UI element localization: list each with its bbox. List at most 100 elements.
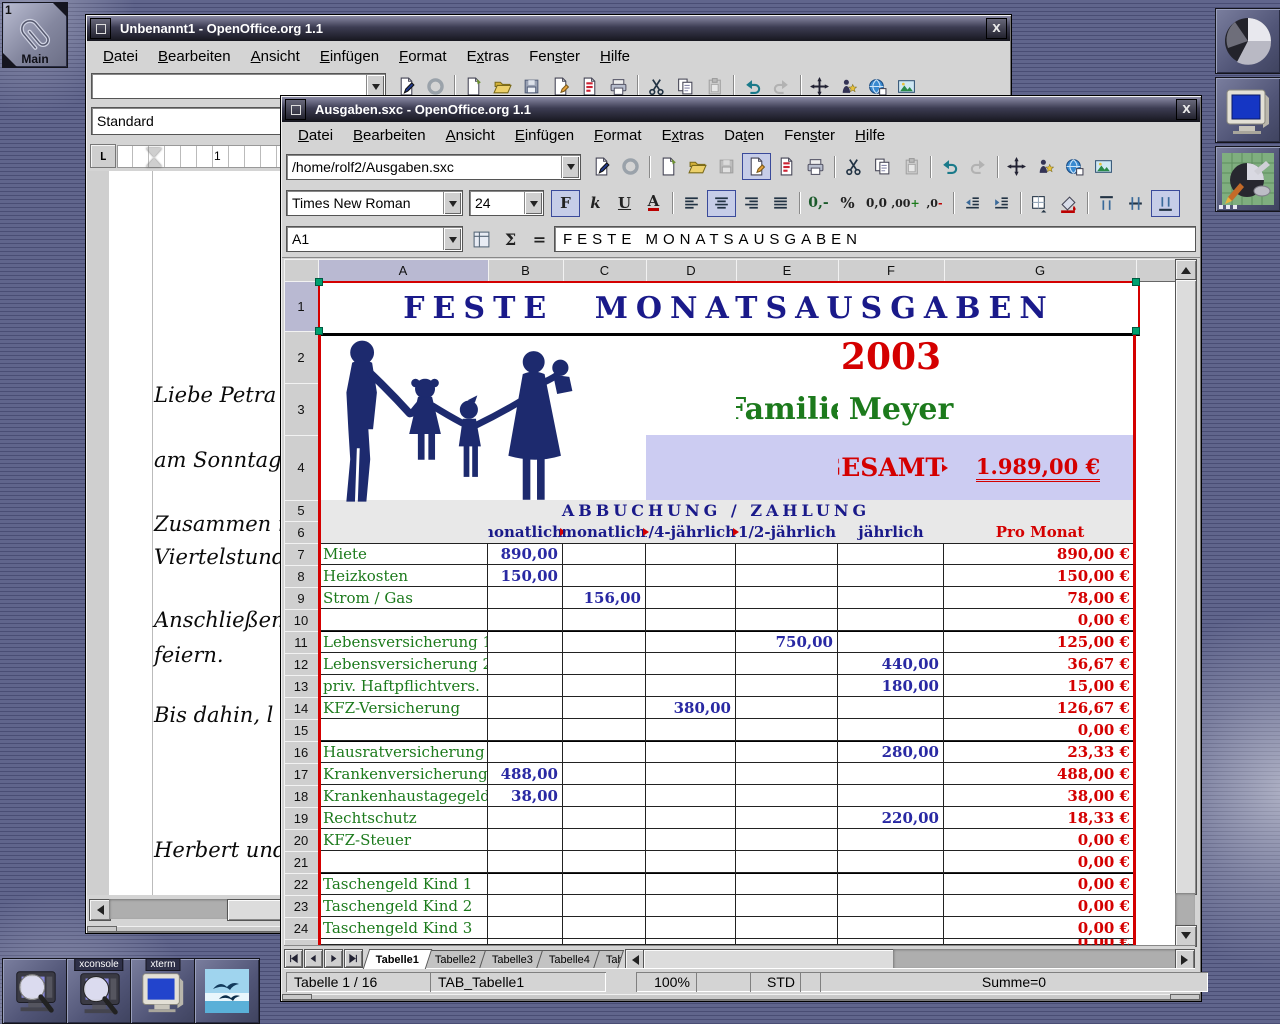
- menu-format[interactable]: Format: [389, 45, 457, 68]
- cell-D20[interactable]: [646, 829, 736, 851]
- writer-titlebar[interactable]: Unbenannt1 - OpenOffice.org 1.1 X: [87, 16, 1010, 41]
- miniwindow-xconsole[interactable]: xconsole: [66, 958, 132, 1024]
- dock-app-pie-sphere[interactable]: [1215, 8, 1280, 74]
- cell-expense-label-23[interactable]: Taschengeld Kind 2: [321, 895, 488, 917]
- font-name-select[interactable]: Times New Roman: [286, 190, 463, 216]
- menu-fenster[interactable]: Fenster: [774, 124, 845, 147]
- percent-icon[interactable]: %: [834, 191, 861, 216]
- cell-D9[interactable]: [646, 587, 736, 609]
- menu-format[interactable]: Format: [584, 124, 652, 147]
- valign-bottom-icon[interactable]: [1151, 190, 1180, 217]
- cell-D7[interactable]: [646, 543, 736, 565]
- cell-per-month-15[interactable]: 0,00 €: [944, 719, 1132, 741]
- row-header-23[interactable]: 23: [284, 895, 319, 918]
- cell-D17[interactable]: [646, 763, 736, 785]
- cell-D13[interactable]: [646, 675, 736, 697]
- clip-corner-top[interactable]: [52, 2, 68, 18]
- equals-icon[interactable]: =: [526, 227, 553, 252]
- cell-expense-label-20[interactable]: KFZ-Steuer: [321, 829, 488, 851]
- cell-F18[interactable]: [838, 785, 944, 807]
- sheet-hscrollbar[interactable]: [625, 949, 1195, 969]
- cell-D23[interactable]: [646, 895, 736, 917]
- cell-E7[interactable]: [736, 543, 838, 565]
- cell-B14[interactable]: [488, 697, 563, 719]
- cell-per-month-18[interactable]: 38,00 €: [944, 785, 1132, 807]
- gallery-icon[interactable]: [1090, 154, 1117, 179]
- currency-icon[interactable]: 0,-: [805, 191, 832, 216]
- cell-expense-label-13[interactable]: priv. Haftpflichtvers.: [321, 675, 488, 697]
- dock-app-terminal[interactable]: [1215, 77, 1280, 143]
- cell-D15[interactable]: [646, 719, 736, 741]
- writer-miniaturize-button[interactable]: [90, 18, 111, 39]
- align-justify-icon[interactable]: [767, 191, 794, 216]
- sheet-vscrollbar[interactable]: [1175, 259, 1195, 945]
- calc-resizebar[interactable]: [282, 994, 1200, 1000]
- sheet-tab-tabelle1[interactable]: Tabelle1: [363, 949, 433, 969]
- valign-top-icon[interactable]: [1093, 191, 1120, 216]
- navigator-icon[interactable]: [1003, 154, 1030, 179]
- cell-per-month-12[interactable]: 36,67 €: [944, 653, 1132, 675]
- menu-bearbeiten[interactable]: Bearbeiten: [343, 124, 436, 147]
- menu-extras[interactable]: Extras: [652, 124, 715, 147]
- valign-center-icon[interactable]: [1122, 191, 1149, 216]
- cell-F17[interactable]: [838, 763, 944, 785]
- cell-expense-label-24[interactable]: Taschengeld Kind 3: [321, 917, 488, 939]
- cell-E20[interactable]: [736, 829, 838, 851]
- cell-frequency-header-F[interactable]: jährlich: [838, 521, 944, 543]
- workspace-clip[interactable]: 1 Main: [2, 2, 68, 68]
- column-header-E[interactable]: E: [736, 259, 839, 282]
- cell-D22[interactable]: [646, 873, 736, 895]
- family-silhouette-image[interactable]: [324, 333, 629, 515]
- cell-E12[interactable]: [736, 653, 838, 675]
- cell-F21[interactable]: [838, 851, 944, 873]
- column-header-F[interactable]: F: [838, 259, 945, 282]
- cell-C9[interactable]: 156,00: [563, 587, 646, 609]
- cell-F8[interactable]: [838, 565, 944, 587]
- row-header-24[interactable]: 24: [284, 917, 319, 940]
- cell-expense-label-16[interactable]: Hausratversicherung: [321, 741, 488, 763]
- undo-icon[interactable]: [936, 154, 963, 179]
- sheet-area[interactable]: ABCDEFG123456789101112131415161718192021…: [284, 259, 1175, 945]
- cell-expense-label-7[interactable]: Miete: [321, 543, 488, 565]
- cell-B8[interactable]: 150,00: [488, 565, 563, 587]
- scroll-up-icon[interactable]: [1175, 259, 1197, 281]
- cell-per-month-23[interactable]: 0,00 €: [944, 895, 1132, 917]
- cell-B22[interactable]: [488, 873, 563, 895]
- edit-mode-icon[interactable]: [742, 153, 771, 180]
- row-header-9[interactable]: 9: [284, 587, 319, 610]
- row-header-17[interactable]: 17: [284, 763, 319, 786]
- background-color-icon[interactable]: [1055, 191, 1082, 216]
- selection-handle[interactable]: [315, 278, 323, 286]
- sum-icon[interactable]: Σ: [497, 227, 524, 252]
- cell-C17[interactable]: [563, 763, 646, 785]
- cell-year[interactable]: 2003: [838, 331, 944, 383]
- cell-E22[interactable]: [736, 873, 838, 895]
- column-header-D[interactable]: D: [646, 259, 737, 282]
- cell-expense-label-21[interactable]: [321, 851, 488, 873]
- cell-F9[interactable]: [838, 587, 944, 609]
- menu-einfügen[interactable]: Einfügen: [505, 124, 584, 147]
- add-decimal-icon[interactable]: ,00+: [892, 191, 919, 216]
- menu-datei[interactable]: Datei: [93, 45, 148, 68]
- menu-datei[interactable]: Datei: [288, 124, 343, 147]
- edit-file-icon[interactable]: [588, 154, 615, 179]
- cell-B18[interactable]: 38,00: [488, 785, 563, 807]
- save-icon[interactable]: [713, 154, 740, 179]
- next-sheet-icon[interactable]: [324, 949, 343, 968]
- function-wizard-icon[interactable]: [468, 227, 495, 252]
- cell-B9[interactable]: [488, 587, 563, 609]
- cell-E15[interactable]: [736, 719, 838, 741]
- cell-expense-label-22[interactable]: Taschengeld Kind 1: [321, 873, 488, 895]
- hyperlink-icon[interactable]: [1061, 154, 1088, 179]
- cell-D19[interactable]: [646, 807, 736, 829]
- font-size-select[interactable]: 24: [469, 190, 544, 216]
- selection-handle[interactable]: [1132, 327, 1140, 335]
- hscroll-thumb[interactable]: [643, 949, 895, 970]
- cell-C8[interactable]: [563, 565, 646, 587]
- dropdown-arrow-icon[interactable]: [443, 192, 461, 214]
- cell-per-month-20[interactable]: 0,00 €: [944, 829, 1132, 851]
- cell-D14[interactable]: 380,00: [646, 697, 736, 719]
- cell-expense-label-8[interactable]: Heizkosten: [321, 565, 488, 587]
- row-header-6[interactable]: 6: [284, 521, 319, 544]
- row-header-12[interactable]: 12: [284, 653, 319, 676]
